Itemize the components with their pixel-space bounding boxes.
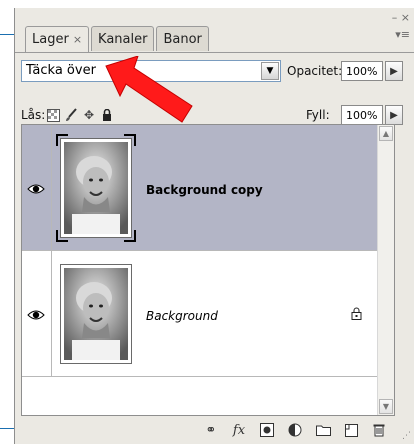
layer-name[interactable]: Background copy — [146, 183, 263, 197]
adjustment-icon[interactable] — [286, 421, 304, 439]
panel-window-controls[interactable]: – × ▾≡ — [392, 12, 410, 40]
guide-line-bottom — [0, 428, 14, 429]
tab-channels-label: Kanaler — [98, 31, 148, 47]
guide-line-top — [0, 34, 14, 35]
mask-icon[interactable] — [258, 421, 276, 439]
lock-label: Lås: — [21, 108, 46, 122]
layer-thumbnail — [60, 264, 132, 364]
layers-list: Background copy Background ▲ ▼ — [21, 124, 395, 416]
panel-tabs: Lager × Kanaler Banor — [25, 26, 211, 53]
fill-label: Fyll: — [306, 108, 330, 122]
chevron-down-icon[interactable]: ▼ — [261, 62, 279, 80]
opacity-input[interactable]: 100% — [341, 61, 383, 81]
visibility-column — [22, 125, 52, 250]
folder-icon[interactable] — [314, 421, 332, 439]
annotation-arrow — [105, 56, 193, 123]
tab-channels[interactable]: Kanaler — [91, 26, 155, 51]
fill-slider-button[interactable]: ▶ — [385, 105, 403, 125]
eye-icon[interactable] — [27, 183, 45, 195]
visibility-column — [22, 251, 52, 376]
move-lock-icon[interactable]: ✥ — [82, 108, 96, 122]
link-layers-icon[interactable]: ⚭ — [202, 421, 220, 439]
lock-icon — [351, 307, 362, 323]
collapse-close-icon[interactable]: – × — [392, 12, 410, 23]
scroll-down-icon[interactable]: ▼ — [379, 399, 393, 414]
layer-row-background-copy[interactable]: Background copy — [22, 125, 394, 251]
blend-mode-value: Täcka över — [26, 63, 96, 78]
layer-row-background[interactable]: Background — [22, 251, 394, 377]
layers-scrollbar[interactable]: ▲ ▼ — [377, 125, 394, 415]
tab-paths[interactable]: Banor — [156, 26, 209, 51]
layers-panel: – × ▾≡ Lager × Kanaler Banor Täcka över … — [14, 8, 414, 444]
portrait-photo — [64, 142, 128, 234]
resize-grip-icon[interactable]: ⋰ — [402, 431, 411, 441]
layer-name[interactable]: Background — [146, 309, 218, 323]
brush-lock-icon[interactable] — [64, 108, 78, 122]
panel-menu-icon[interactable]: ▾≡ — [392, 29, 410, 40]
portrait-photo — [64, 268, 128, 360]
tab-paths-label: Banor — [163, 31, 202, 47]
tab-divider — [15, 52, 414, 53]
trash-icon[interactable] — [370, 421, 388, 439]
layers-toolbar: ⚭ fx — [15, 416, 414, 444]
new-layer-icon[interactable] — [342, 421, 360, 439]
close-icon[interactable]: × — [73, 33, 82, 46]
opacity-slider-button[interactable]: ▶ — [385, 61, 403, 81]
fx-icon[interactable]: fx — [230, 421, 248, 439]
transparency-lock-icon[interactable] — [46, 108, 60, 122]
eye-icon[interactable] — [27, 309, 45, 321]
scroll-up-icon[interactable]: ▲ — [379, 126, 393, 141]
opacity-label: Opacitet: — [287, 64, 343, 78]
fill-input[interactable]: 100% — [341, 105, 383, 125]
tab-layers[interactable]: Lager × — [25, 26, 90, 53]
tab-layers-label: Lager — [32, 32, 69, 47]
layer-thumbnail — [60, 138, 132, 238]
